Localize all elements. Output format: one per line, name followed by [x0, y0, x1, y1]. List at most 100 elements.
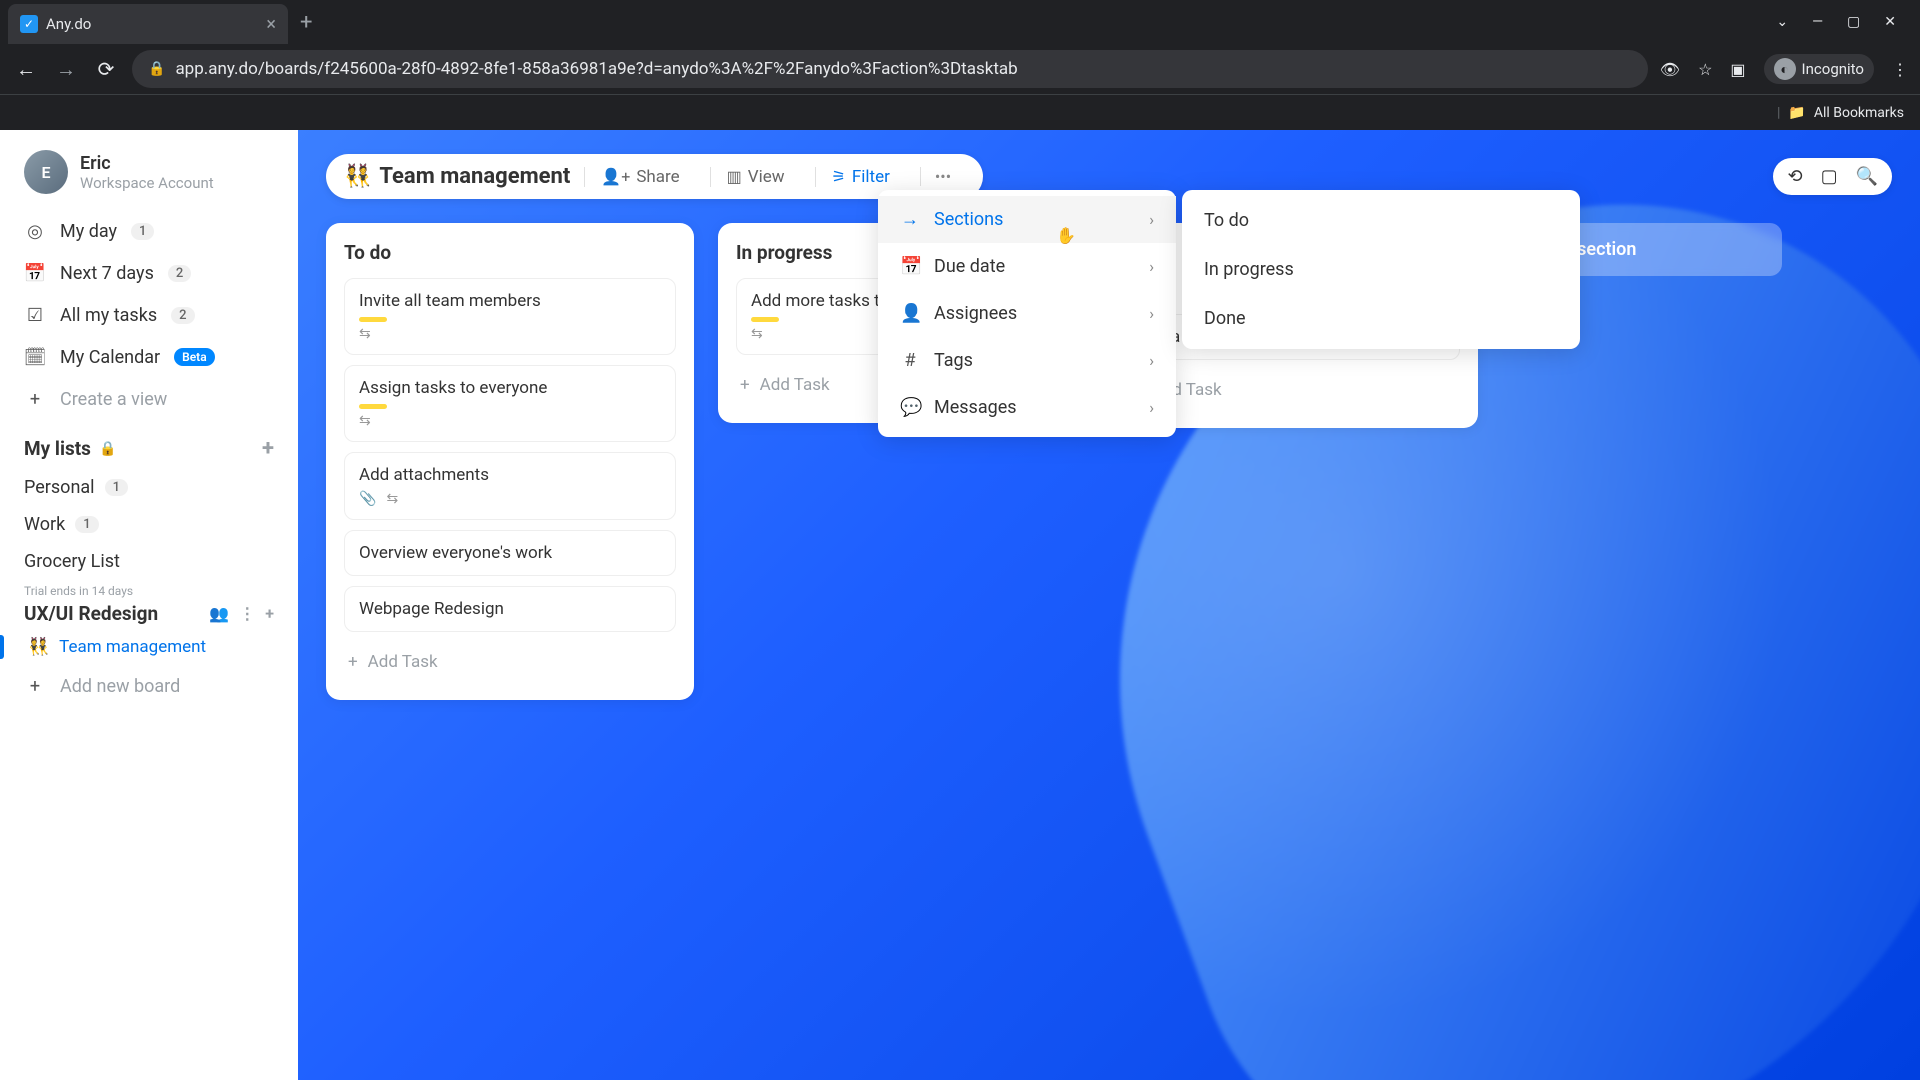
card-tag-yellow — [359, 404, 387, 409]
chevron-right-icon: › — [1149, 398, 1154, 417]
workspace-header[interactable]: UX/UI Redesign 👥 ⋮ + — [0, 598, 298, 629]
more-icon[interactable]: ⋮ — [239, 604, 255, 623]
add-icon[interactable]: + — [265, 604, 274, 623]
board-team-management[interactable]: 👯 Team management — [0, 629, 298, 665]
add-list-button[interactable]: + — [262, 436, 274, 461]
chevron-right-icon: › — [1149, 304, 1154, 323]
add-task-button[interactable]: + Add Task — [1128, 370, 1460, 410]
message-icon: 💬 — [900, 397, 920, 418]
board-title-text: Team management — [379, 164, 570, 189]
list-personal[interactable]: Personal 1 — [0, 469, 298, 506]
forward-button[interactable]: → — [52, 57, 80, 82]
view-icon: ▥ — [727, 167, 742, 186]
members-icon[interactable]: 👥 — [209, 604, 229, 623]
tab-title: Any.do — [46, 15, 91, 33]
list-label: Personal — [24, 477, 95, 498]
reload-button[interactable]: ⟳ — [92, 57, 120, 81]
user-block[interactable]: E Eric Workspace Account — [0, 150, 298, 210]
search-icon[interactable]: 🔍 — [1856, 166, 1878, 187]
tracking-icon[interactable]: 👁 — [1660, 60, 1680, 79]
minimize-icon[interactable]: ― — [1812, 14, 1823, 30]
plus-icon: + — [24, 388, 46, 410]
column-title[interactable]: To do — [344, 241, 676, 264]
badge: 1 — [131, 223, 154, 240]
share-button[interactable]: 👤+ Share — [584, 167, 695, 187]
task-card[interactable]: Invite all team members ⇆ — [344, 278, 676, 355]
box-icon[interactable]: ▢ — [1821, 166, 1838, 187]
add-task-label: Add Task — [368, 652, 438, 672]
add-board-label: Add new board — [60, 676, 180, 697]
tab-close-icon[interactable]: × — [266, 14, 276, 35]
filter-assignees[interactable]: 👤 Assignees › — [878, 290, 1176, 337]
url-input[interactable]: 🔒 app.any.do/boards/f245600a-28f0-4892-8… — [132, 50, 1648, 88]
filter-due-date[interactable]: 📅 Due date › — [878, 243, 1176, 290]
new-tab-button[interactable]: + — [300, 10, 312, 35]
card-tag-yellow — [359, 317, 387, 322]
badge: 1 — [75, 516, 98, 533]
plus-icon: + — [740, 375, 750, 395]
browser-menu-icon[interactable]: ⋮ — [1892, 60, 1908, 79]
nav-my-day[interactable]: ◎ My day 1 — [0, 210, 298, 252]
create-view-label: Create a view — [60, 389, 167, 410]
filter-option-todo[interactable]: To do — [1182, 196, 1580, 245]
view-button[interactable]: ▥ View — [710, 167, 801, 187]
filter-sections[interactable]: → Sections › — [878, 196, 1176, 243]
create-view-button[interactable]: + Create a view — [0, 378, 298, 420]
badge: 1 — [105, 479, 128, 496]
board-area: 👯 Team management 👤+ Share ▥ View ⚞ Filt… — [298, 130, 1920, 1080]
badge: 2 — [168, 265, 191, 282]
add-task-label: Add Task — [760, 375, 830, 395]
incognito-badge[interactable]: ◐ Incognito — [1764, 54, 1874, 84]
top-right-actions: ⟲ ▢ 🔍 — [1773, 158, 1892, 195]
window-controls: ⌄ ― ▢ ✕ — [1776, 14, 1912, 30]
user-subtitle: Workspace Account — [80, 174, 214, 192]
task-card[interactable]: Assign tasks to everyone ⇆ — [344, 365, 676, 442]
user-name: Eric — [80, 153, 214, 174]
tabs-dropdown-icon[interactable]: ⌄ — [1776, 14, 1788, 30]
workspace-name: UX/UI Redesign — [24, 602, 158, 625]
all-bookmarks-button[interactable]: All Bookmarks — [1814, 105, 1904, 121]
filter-label: Messages — [934, 397, 1017, 418]
nav-my-calendar[interactable]: 🗓 My Calendar Beta — [0, 336, 298, 378]
card-title: Add attachments — [359, 465, 661, 485]
share-label: Share — [636, 167, 679, 187]
chevron-right-icon: › — [1149, 257, 1154, 276]
filter-option-in-progress[interactable]: In progress — [1182, 245, 1580, 294]
plus-icon: + — [24, 675, 46, 697]
calendar-frame-icon: 🗓 — [24, 346, 46, 368]
nav-next-7-days[interactable]: 📅 Next 7 days 2 — [0, 252, 298, 294]
filter-tags[interactable]: # Tags › — [878, 337, 1176, 384]
board-emoji: 👯 — [28, 637, 49, 657]
filter-popup: → Sections › 📅 Due date › 👤 Assignees › … — [878, 190, 1176, 437]
board-more-button[interactable]: ••• — [920, 167, 965, 186]
column-todo: To do Invite all team members ⇆ Assign t… — [326, 223, 694, 700]
list-grocery[interactable]: Grocery List — [0, 543, 298, 580]
calendar-icon: 📅 — [900, 256, 920, 277]
filter-button[interactable]: ⚞ Filter — [815, 167, 906, 187]
tab-favicon: ✓ — [20, 15, 38, 33]
panel-icon[interactable]: ▣ — [1730, 60, 1745, 79]
back-button[interactable]: ← — [12, 57, 40, 82]
nav-all-tasks[interactable]: ☑ All my tasks 2 — [0, 294, 298, 336]
browser-tab[interactable]: ✓ Any.do × — [8, 4, 288, 44]
trial-text: Trial ends in 14 days — [0, 580, 298, 598]
close-window-icon[interactable]: ✕ — [1884, 14, 1896, 30]
add-task-button[interactable]: + Add Task — [344, 642, 676, 682]
filter-label: Assignees — [934, 303, 1017, 324]
sync-icon[interactable]: ⟲ — [1787, 166, 1802, 187]
subtask-icon: ⇆ — [359, 413, 661, 429]
filter-option-done[interactable]: Done — [1182, 294, 1580, 343]
task-card[interactable]: Overview everyone's work — [344, 530, 676, 576]
board-title[interactable]: 👯 Team management — [344, 164, 570, 189]
calendar-icon: 📅 — [24, 262, 46, 284]
bookmark-star-icon[interactable]: ☆ — [1698, 60, 1712, 79]
list-work[interactable]: Work 1 — [0, 506, 298, 543]
task-card[interactable]: Add attachments 📎 ⇆ — [344, 452, 676, 520]
add-new-board-button[interactable]: + Add new board — [0, 665, 298, 707]
maximize-icon[interactable]: ▢ — [1847, 14, 1860, 30]
board-emoji: 👯 — [344, 164, 371, 189]
filter-messages[interactable]: 💬 Messages › — [878, 384, 1176, 431]
attachment-icon: 📎 — [359, 491, 376, 507]
view-label: View — [748, 167, 785, 187]
task-card[interactable]: Webpage Redesign — [344, 586, 676, 632]
